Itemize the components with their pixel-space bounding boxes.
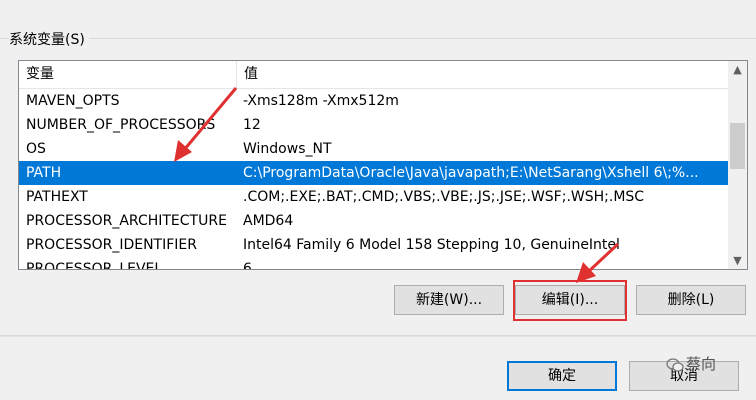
variable-value: -Xms128m -Xmx512m [243,93,399,109]
scroll-thumb[interactable] [730,123,745,169]
wechat-icon [666,357,684,372]
delete-button[interactable]: 删除(L) [636,285,746,315]
variable-value: 6 [243,261,252,270]
watermark-text: 蔡向 [686,355,717,373]
variable-value: Windows_NT [243,141,332,157]
column-header-value[interactable]: 值 [237,61,258,88]
table-row[interactable]: OS Windows_NT [19,137,728,161]
watermark: 蔡向 [666,353,716,374]
edit-button[interactable]: 编辑(I)... [515,285,625,315]
variable-value: AMD64 [243,213,294,229]
variable-name: PROCESSOR_IDENTIFIER [26,237,197,253]
table-row[interactable]: NUMBER_OF_PROCESSORS 12 [19,113,728,137]
list-header: 变量 值 [19,61,729,89]
variable-value: .COM;.EXE;.BAT;.CMD;.VBS;.VBE;.JS;.JSE;.… [243,189,645,205]
table-row-selected[interactable]: PATH C:\ProgramData\Oracle\Java\javapath… [19,161,728,185]
variable-name: PATH [26,165,62,181]
list-rows: MAVEN_OPTS -Xms128m -Xmx512m NUMBER_OF_P… [19,89,728,270]
variable-value: C:\ProgramData\Oracle\Java\javapath;E:\N… [243,165,699,181]
table-row[interactable]: PROCESSOR_ARCHITECTURE AMD64 [19,209,728,233]
vertical-scrollbar[interactable]: ▲ ▼ [728,61,747,269]
chevron-up-icon[interactable]: ▲ [728,61,747,78]
column-header-variable[interactable]: 变量 [19,61,237,88]
table-row[interactable]: PROCESSOR_LEVEL 6 [19,257,728,270]
variable-name: OS [26,141,46,157]
variable-name: NUMBER_OF_PROCESSORS [26,117,216,133]
variable-value: Intel64 Family 6 Model 158 Stepping 10, … [243,237,620,253]
table-row[interactable]: PATHEXT .COM;.EXE;.BAT;.CMD;.VBS;.VBE;.J… [19,185,728,209]
variable-name: MAVEN_OPTS [26,93,120,109]
group-label: 系统变量(S) [9,29,89,49]
variable-name: PATHEXT [26,189,88,205]
table-row[interactable]: PROCESSOR_IDENTIFIER Intel64 Family 6 Mo… [19,233,728,257]
new-button[interactable]: 新建(W)... [394,285,504,315]
variable-name: PROCESSOR_LEVEL [26,261,163,270]
ok-button[interactable]: 确定 [507,361,617,391]
table-row[interactable]: MAVEN_OPTS -Xms128m -Xmx512m [19,89,728,113]
chevron-down-icon[interactable]: ▼ [728,252,747,269]
variable-value: 12 [243,117,261,133]
system-variables-list[interactable]: 变量 值 MAVEN_OPTS -Xms128m -Xmx512m NUMBER… [18,60,748,270]
divider [0,336,756,337]
variable-name: PROCESSOR_ARCHITECTURE [26,213,227,229]
